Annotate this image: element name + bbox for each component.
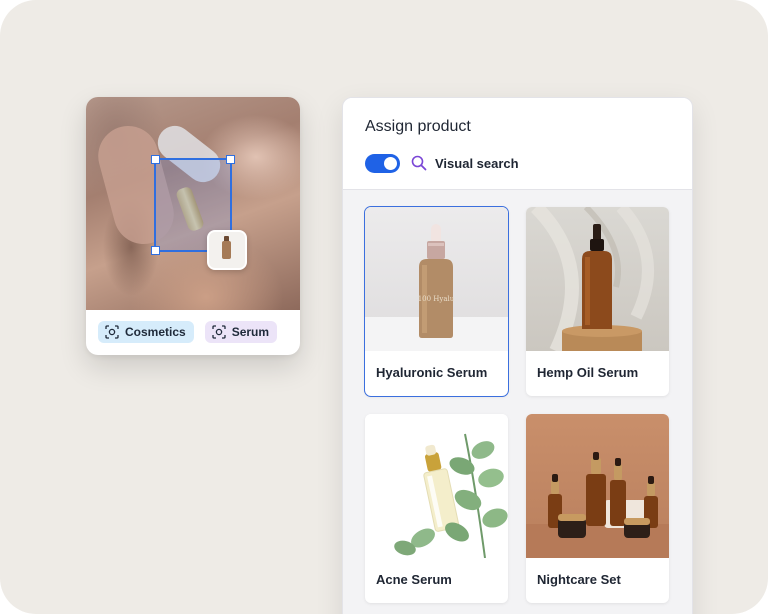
- product-card-hemp-oil-serum[interactable]: Hemp Oil Serum: [526, 207, 669, 396]
- product-image: [526, 414, 669, 558]
- product-image: 100 Hyalu: [365, 207, 508, 351]
- product-card-hyaluronic-serum[interactable]: 100 Hyalu Hyaluronic Serum: [364, 206, 509, 397]
- product-image: [526, 207, 669, 351]
- product-name: Acne Serum: [376, 572, 452, 587]
- bottle-label: 100 Hyalu: [418, 295, 455, 303]
- product-name: Hyaluronic Serum: [376, 365, 488, 380]
- resize-handle-top-right[interactable]: [226, 155, 235, 164]
- resize-handle-bottom-left[interactable]: [151, 246, 160, 255]
- product-name: Hemp Oil Serum: [537, 365, 639, 380]
- tag-list: Cosmetics Serum: [98, 321, 278, 343]
- tag-label: Serum: [231, 325, 270, 339]
- photo: [86, 97, 300, 310]
- panel-header: Assign product Visual search: [343, 98, 692, 190]
- scan-icon: [105, 325, 119, 339]
- visual-search-label: Visual search: [435, 156, 519, 171]
- search-icon: [411, 155, 427, 171]
- tag-label: Cosmetics: [125, 325, 186, 339]
- product-thumbnail[interactable]: [207, 230, 247, 270]
- panel-title: Assign product: [365, 118, 471, 135]
- scan-icon: [212, 325, 226, 339]
- tag-cosmetics[interactable]: Cosmetics: [98, 321, 194, 343]
- product-name: Nightcare Set: [537, 572, 621, 587]
- assign-product-panel: Assign product Visual search 100 Hyalu H…: [342, 97, 693, 614]
- toggle-knob: [384, 157, 397, 170]
- canvas: Cosmetics Serum Assign product Visual se…: [0, 0, 768, 614]
- product-image: [365, 414, 508, 558]
- photo-card: Cosmetics Serum: [86, 97, 300, 355]
- tag-serum[interactable]: Serum: [204, 321, 278, 343]
- product-card-acne-serum[interactable]: Acne Serum: [365, 414, 508, 603]
- visual-search-toggle[interactable]: [365, 154, 400, 173]
- resize-handle-top-left[interactable]: [151, 155, 160, 164]
- product-card-nightcare-set[interactable]: Nightcare Set: [526, 414, 669, 603]
